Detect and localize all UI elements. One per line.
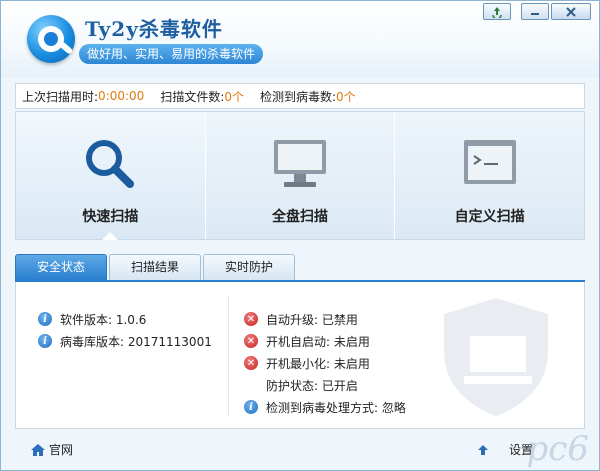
header: Ty2y杀毒软件 做好用、实用、易用的杀毒软件 — [1, 1, 599, 77]
pc6-watermark-logo: pc6 — [526, 429, 589, 469]
divider — [228, 296, 229, 416]
app-subtitle: 做好用、实用、易用的杀毒软件 — [79, 44, 264, 64]
info-icon: i — [38, 334, 52, 348]
monitor-icon — [274, 140, 326, 187]
version-info: i 软件版本: 1.0.6 i 病毒库版本: 20171113001 — [38, 308, 212, 352]
viruses-detected-label: 检测到病毒数: — [260, 89, 337, 104]
virus-db-version-text: 病毒库版本: 20171113001 — [60, 334, 212, 349]
tab-security-status[interactable]: 安全状态 — [15, 254, 107, 280]
full-scan-button[interactable]: 全盘扫描 — [204, 112, 395, 239]
official-site-label: 官网 — [49, 443, 74, 457]
terminal-window-icon — [463, 140, 516, 184]
official-site-link[interactable]: 官网 — [31, 441, 73, 458]
error-icon: ✕ — [244, 312, 258, 326]
close-icon[interactable] — [551, 3, 591, 20]
protection-status-list: ✕ 自动升级: 已禁用 ✕ 开机自启动: 未启用 ✕ 开机最小化: 未启用 防护… — [244, 308, 406, 418]
virus-handling-row: i 检测到病毒处理方式: 忽略 — [244, 396, 406, 418]
footer: 官网 设置 pc6 — [1, 429, 599, 470]
error-icon: ✕ — [244, 334, 258, 348]
quick-scan-label: 快速扫描 — [82, 209, 139, 225]
virus-handling-text: 检测到病毒处理方式: 忽略 — [266, 400, 406, 415]
recycle-icon[interactable] — [483, 3, 511, 20]
shield-computer-watermark-icon — [444, 298, 548, 416]
full-scan-label: 全盘扫描 — [272, 209, 328, 225]
security-status-panel: i 软件版本: 1.0.6 i 病毒库版本: 20171113001 ✕ 自动升… — [15, 282, 585, 429]
protection-state-row: 防护状态: 已开启 — [244, 374, 406, 396]
custom-scan-button[interactable]: 自定义扫描 — [394, 112, 585, 239]
app-title: Ty2y杀毒软件 — [85, 17, 223, 41]
auto-update-text: 自动升级: 已禁用 — [266, 312, 358, 327]
info-icon: i — [244, 400, 258, 414]
settings-link[interactable]: 设置 — [477, 441, 533, 458]
auto-update-row: ✕ 自动升级: 已禁用 — [244, 308, 406, 330]
scanned-files-label: 扫描文件数: — [160, 89, 225, 104]
startup-row: ✕ 开机自启动: 未启用 — [244, 330, 406, 352]
home-icon — [31, 443, 45, 456]
viruses-detected-value: 0个 — [336, 89, 356, 104]
tab-realtime-protection[interactable]: 实时防护 — [203, 254, 295, 280]
scanned-files-value: 0个 — [224, 89, 244, 104]
error-icon: ✕ — [244, 356, 258, 370]
protection-state-text: 防护状态: 已开启 — [266, 378, 358, 393]
scan-stats-bar: 上次扫描用时: 0:00:00 扫描文件数: 0个 检测到病毒数: 0个 — [15, 83, 585, 109]
software-version-row: i 软件版本: 1.0.6 — [38, 308, 212, 330]
quick-scan-button[interactable]: 快速扫描 — [16, 112, 205, 240]
info-icon: i — [38, 312, 52, 326]
startup-text: 开机自启动: 未启用 — [266, 334, 370, 349]
custom-scan-label: 自定义扫描 — [454, 209, 525, 225]
scan-options-panel: 快速扫描 全盘扫描 自定义扫描 — [15, 111, 585, 240]
tab-bar: 安全状态 扫描结果 实时防护 — [15, 254, 295, 280]
app-window: Ty2y杀毒软件 做好用、实用、易用的杀毒软件 上次扫描用时: 0:00:00 … — [0, 0, 600, 471]
virus-db-version-row: i 病毒库版本: 20171113001 — [38, 330, 212, 352]
minimize-icon[interactable] — [521, 3, 549, 20]
last-scan-time-value: 0:00:00 — [98, 89, 145, 103]
start-minimized-row: ✕ 开机最小化: 未启用 — [244, 352, 406, 374]
start-minimized-text: 开机最小化: 未启用 — [266, 356, 370, 371]
upload-icon — [478, 444, 488, 455]
software-version-text: 软件版本: 1.0.6 — [60, 312, 147, 327]
last-scan-time-label: 上次扫描用时: — [22, 89, 99, 104]
window-controls — [483, 3, 591, 20]
magnifier-icon — [86, 140, 135, 188]
tab-scan-results[interactable]: 扫描结果 — [109, 254, 201, 280]
app-logo-icon — [27, 15, 75, 63]
